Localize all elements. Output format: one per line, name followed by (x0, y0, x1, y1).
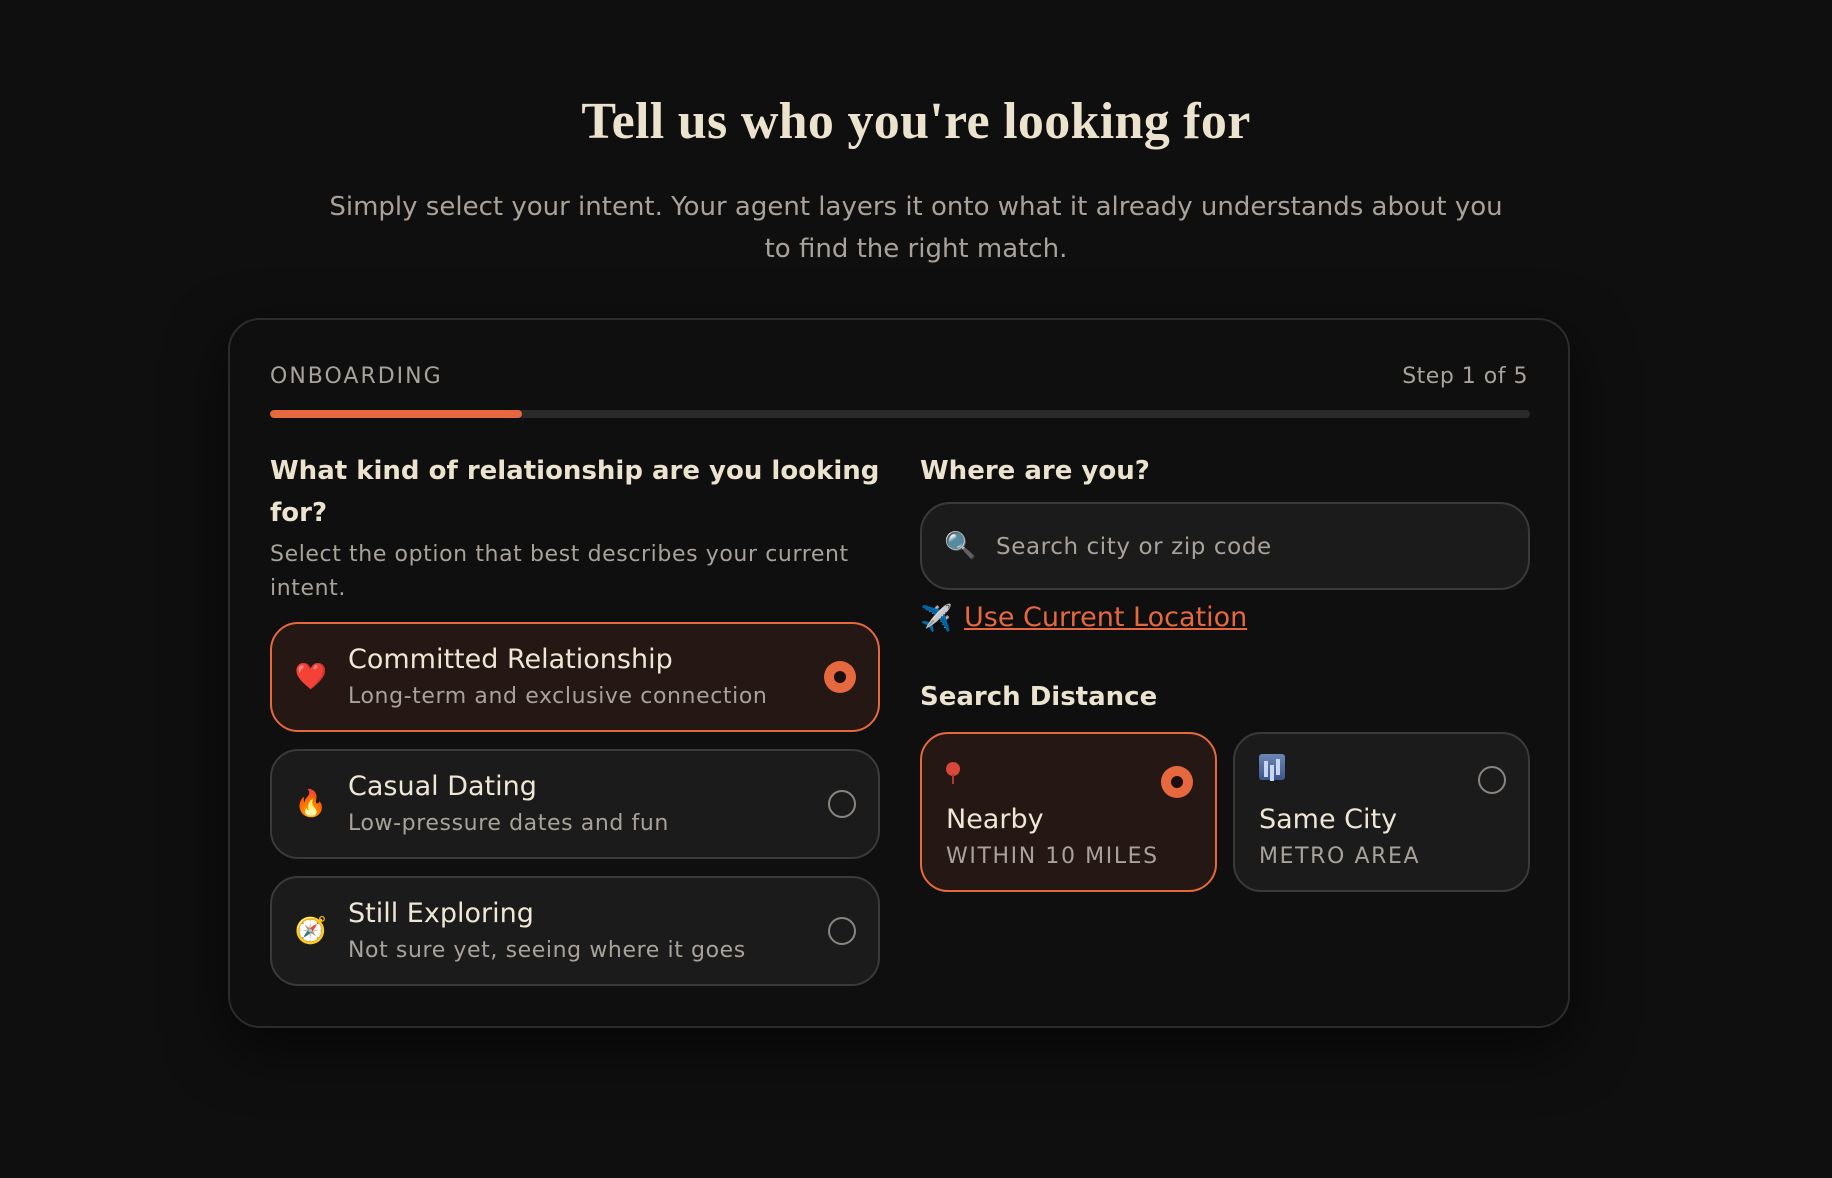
distance-title: Same City (1259, 804, 1398, 835)
distance-title: Nearby (946, 804, 1044, 835)
radio-button[interactable] (828, 917, 856, 945)
use-current-location-link[interactable]: Use Current Location (964, 602, 1247, 633)
option-subtitle: Not sure yet, seeing where it goes (348, 938, 746, 963)
pin-icon (946, 754, 960, 784)
section-label: ONBOARDING (270, 364, 443, 389)
option-title: Still Exploring (348, 898, 534, 929)
option-committed-relationship[interactable]: ❤️ Committed Relationship Long-term and … (270, 622, 880, 732)
option-subtitle: Long-term and exclusive connection (348, 684, 768, 709)
option-title: Committed Relationship (348, 644, 673, 675)
page-subtitle: Simply select your intent. Your agent la… (329, 192, 1503, 264)
option-title: Casual Dating (348, 771, 537, 802)
onboarding-card: ONBOARDING Step 1 of 5 What kind of rela… (228, 318, 1570, 1028)
city-icon (1259, 754, 1285, 786)
search-distance-title: Search Distance (920, 682, 1158, 712)
distance-option-nearby[interactable]: Nearby WITHIN 10 MILES (920, 732, 1217, 892)
compass-icon: 🧭 (294, 916, 328, 946)
relationship-hint: Select the option that best describes yo… (270, 542, 849, 601)
fire-icon: 🔥 (294, 789, 328, 819)
progress-fill (270, 410, 522, 418)
radio-button[interactable] (824, 661, 856, 693)
location-search[interactable]: 🔍 (920, 502, 1530, 590)
option-still-exploring[interactable]: 🧭 Still Exploring Not sure yet, seeing w… (270, 876, 880, 986)
search-input[interactable] (994, 504, 1498, 590)
distance-option-same-city[interactable]: Same City METRO AREA (1233, 732, 1530, 892)
current-location-row: ✈️ Use Current Location (920, 602, 1530, 638)
option-casual-dating[interactable]: 🔥 Casual Dating Low-pressure dates and f… (270, 749, 880, 859)
location-question: Where are you? (920, 456, 1150, 486)
option-subtitle: Low-pressure dates and fun (348, 811, 669, 836)
distance-options: Nearby WITHIN 10 MILES Same City METRO A… (920, 732, 1530, 892)
distance-subtitle: METRO AREA (1259, 844, 1421, 869)
relationship-question: What kind of relationship are you lookin… (270, 456, 880, 528)
radio-button[interactable] (1478, 766, 1506, 794)
airplane-icon: ✈️ (920, 604, 953, 634)
heart-icon: ❤️ (294, 662, 328, 692)
relationship-section: What kind of relationship are you lookin… (270, 450, 880, 1003)
radio-button[interactable] (1161, 766, 1193, 798)
distance-subtitle: WITHIN 10 MILES (946, 844, 1159, 869)
radio-button[interactable] (828, 790, 856, 818)
location-section: Where are you? 🔍 ✈️ Use Current Location… (920, 450, 1530, 892)
progress-bar (270, 410, 1530, 418)
step-indicator: Step 1 of 5 (1402, 364, 1528, 389)
page-title: Tell us who you're looking for (581, 93, 1251, 150)
search-icon: 🔍 (944, 531, 977, 561)
